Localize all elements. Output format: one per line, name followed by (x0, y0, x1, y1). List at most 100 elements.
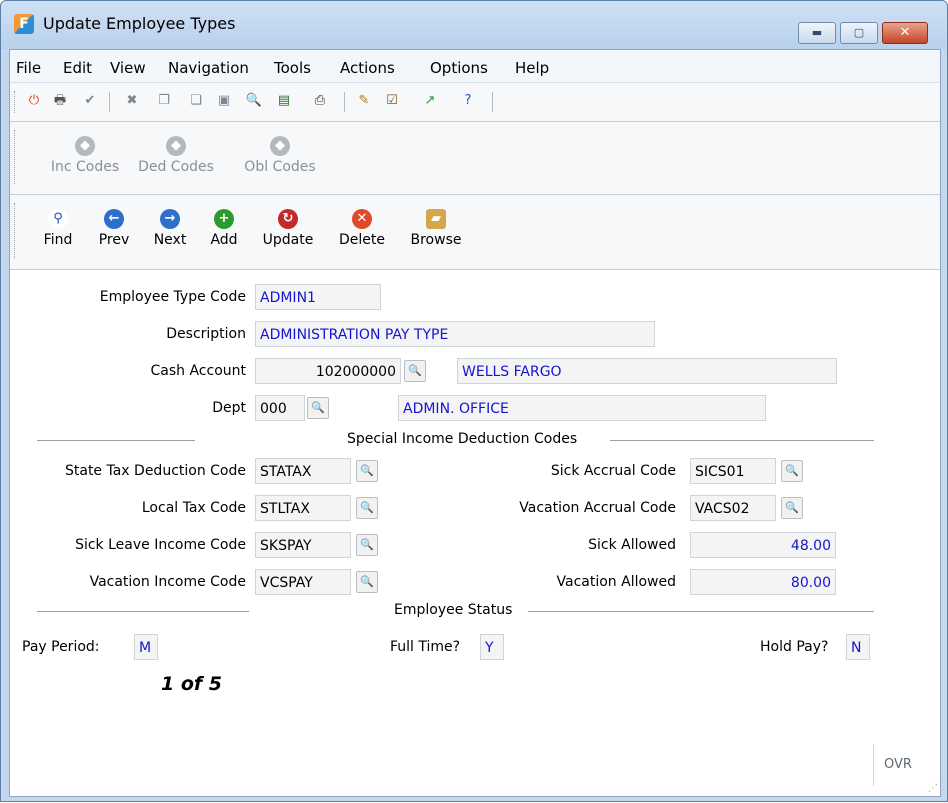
ded-codes-button[interactable]: ◆ Ded Codes (132, 136, 220, 175)
sick-accrual-lookup-icon[interactable]: 🔍 (781, 460, 803, 482)
delete-button[interactable]: ✕ Delete (334, 209, 390, 248)
sick-leave-income-label: Sick Leave Income Code (75, 537, 246, 553)
update-button[interactable]: ↻ Update (258, 209, 318, 248)
dept-lookup-icon[interactable]: 🔍 (307, 397, 329, 419)
inc-codes-button[interactable]: ◆ Inc Codes (44, 136, 126, 175)
notes-icon[interactable]: ▤ (274, 91, 294, 111)
description-field[interactable]: ADMINISTRATION PAY TYPE (255, 321, 655, 347)
menu-help[interactable]: Help (515, 59, 549, 77)
paste-icon[interactable]: ❏ (186, 91, 206, 111)
help-icon[interactable]: ? (458, 91, 478, 111)
toolbar-separator (492, 92, 493, 112)
record-position: 1 of 5 (161, 673, 222, 695)
cash-account-lookup-icon[interactable]: 🔍 (404, 360, 426, 382)
menu-edit[interactable]: Edit (63, 59, 92, 77)
tag-icon: ◆ (75, 136, 95, 156)
attach-icon[interactable]: ⎙ (310, 91, 330, 111)
folder-icon: ▰ (426, 209, 446, 229)
window-title: Update Employee Types (43, 14, 236, 33)
cancel-icon[interactable]: ✖ (122, 91, 142, 111)
vacation-income-label: Vacation Income Code (89, 574, 246, 590)
next-button[interactable]: → Next (150, 209, 190, 248)
check-icon[interactable]: ✔ (80, 91, 100, 111)
cash-account-name-field: WELLS FARGO (457, 358, 837, 384)
report-icon[interactable]: ✎ (354, 91, 374, 111)
description-label: Description (166, 326, 246, 342)
sick-allowed-field[interactable]: 48.00 (690, 532, 836, 558)
chart-icon[interactable]: ↗ (420, 91, 440, 111)
menu-navigation[interactable]: Navigation (168, 59, 249, 77)
prev-button[interactable]: ← Prev (94, 209, 134, 248)
checklist-icon[interactable]: ☑ (382, 91, 402, 111)
sick-allowed-label: Sick Allowed (588, 537, 676, 553)
tag-icon: ◆ (166, 136, 186, 156)
tag-icon: ◆ (270, 136, 290, 156)
add-button[interactable]: + Add (206, 209, 242, 248)
codes-toolbar: ◆ Inc Codes ◆ Ded Codes ◆ Obl Codes (10, 122, 940, 195)
print-icon[interactable]: 🖶 (50, 91, 70, 111)
sick-leave-income-field[interactable]: SKSPAY (255, 532, 351, 558)
arrow-left-icon: ← (104, 209, 124, 229)
vacation-accrual-label: Vacation Accrual Code (519, 500, 676, 516)
refresh-icon: ↻ (278, 209, 298, 229)
local-tax-label: Local Tax Code (141, 500, 246, 516)
menu-tools[interactable]: Tools (274, 59, 311, 77)
sick-accrual-field[interactable]: SICS01 (690, 458, 776, 484)
state-tax-lookup-icon[interactable]: 🔍 (356, 460, 378, 482)
zoom-icon[interactable]: 🔍 (244, 91, 264, 111)
maximize-button[interactable]: ▢ (840, 22, 878, 44)
toolbar-separator (344, 92, 345, 112)
full-time-field[interactable]: Y (480, 634, 504, 660)
state-tax-field[interactable]: STATAX (255, 458, 351, 484)
record-toolbar: ⚲ Find ← Prev → Next + Add ↻ Update ✕ De… (10, 195, 940, 270)
sick-accrual-label: Sick Accrual Code (550, 463, 676, 479)
x-icon: ✕ (352, 209, 372, 229)
menu-view[interactable]: View (110, 59, 146, 77)
full-time-label: Full Time? (390, 639, 461, 655)
employee-type-code-label: Employee Type Code (99, 289, 246, 305)
close-button[interactable]: ✕ (882, 22, 928, 44)
select-icon[interactable]: ▣ (214, 91, 234, 111)
toolbar-separator (109, 92, 110, 112)
hold-pay-label: Hold Pay? (760, 639, 829, 655)
toolbar-grip (14, 130, 18, 184)
vacation-allowed-label: Vacation Allowed (556, 574, 677, 590)
vacation-income-lookup-icon[interactable]: 🔍 (356, 571, 378, 593)
state-tax-label: State Tax Deduction Code (64, 463, 246, 479)
local-tax-field[interactable]: STLTAX (255, 495, 351, 521)
menu-actions[interactable]: Actions (340, 59, 395, 77)
standard-toolbar: ⏻ 🖶 ✔ ✖ ❐ ❏ ▣ 🔍 ▤ ⎙ ✎ ☑ ↗? (10, 83, 940, 122)
cash-account-field[interactable]: 102000000 (255, 358, 401, 384)
app-window: F Update Employee Types ▬ ▢ ✕ File Edit … (0, 0, 948, 802)
copy-icon[interactable]: ❐ (154, 91, 174, 111)
dept-name-field: ADMIN. OFFICE (398, 395, 766, 421)
dept-field[interactable]: 000 (255, 395, 305, 421)
window-client-area: File Edit View Navigation Tools Actions … (9, 49, 941, 797)
employee-type-code-field[interactable]: ADMIN1 (255, 284, 381, 310)
pay-period-label: Pay Period: (22, 639, 100, 655)
pay-period-field[interactable]: M (134, 634, 158, 660)
vacation-allowed-field[interactable]: 80.00 (690, 569, 836, 595)
obl-codes-button[interactable]: ◆ Obl Codes (240, 136, 320, 175)
vacation-accrual-lookup-icon[interactable]: 🔍 (781, 497, 803, 519)
hold-pay-field[interactable]: N (846, 634, 870, 660)
magnifier-icon: ⚲ (48, 209, 68, 229)
vacation-accrual-field[interactable]: VACS02 (690, 495, 776, 521)
menu-bar: File Edit View Navigation Tools Actions … (10, 50, 940, 83)
toolbar-grip (14, 203, 18, 259)
vacation-income-field[interactable]: VCSPAY (255, 569, 351, 595)
special-codes-section-title: Special Income Deduction Codes (347, 431, 578, 447)
find-button[interactable]: ⚲ Find (40, 209, 76, 248)
sick-leave-income-lookup-icon[interactable]: 🔍 (356, 534, 378, 556)
local-tax-lookup-icon[interactable]: 🔍 (356, 497, 378, 519)
cash-account-label: Cash Account (150, 363, 247, 379)
employee-type-form: Employee Type Code ADMIN1 Description AD… (10, 270, 940, 796)
menu-options[interactable]: Options (430, 59, 488, 77)
browse-button[interactable]: ▰ Browse (406, 209, 466, 248)
dept-label: Dept (212, 400, 246, 416)
menu-file[interactable]: File (16, 59, 41, 77)
resize-grip-icon[interactable]: ⋰ (928, 783, 938, 794)
section-divider (610, 440, 874, 441)
minimize-button[interactable]: ▬ (798, 22, 836, 44)
power-icon[interactable]: ⏻ (24, 91, 44, 111)
